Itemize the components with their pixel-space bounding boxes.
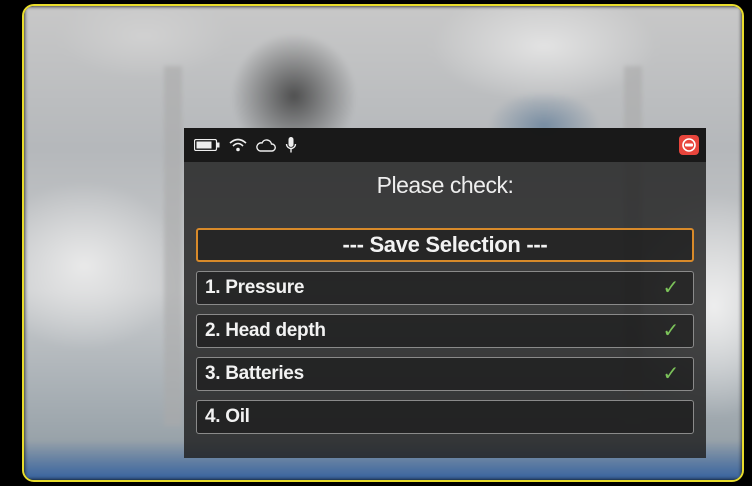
cloud-icon (256, 138, 276, 152)
menu-item-label: 3. Batteries (205, 363, 304, 384)
menu-item-label: --- Save Selection --- (342, 232, 548, 257)
menu-item-label: 4. Oil (205, 406, 250, 427)
check-icon: ✓ (662, 320, 680, 342)
microphone-icon (285, 136, 297, 154)
check-icon: ✓ (662, 277, 680, 299)
checklist-item-oil[interactable]: 4. Oil (196, 400, 694, 434)
checklist-item-head-depth[interactable]: 2. Head depth ✓ (196, 314, 694, 348)
panel-title: Please check: (376, 172, 514, 198)
battery-icon (194, 139, 220, 151)
wifi-icon (229, 138, 247, 152)
checklist-item-pressure[interactable]: 1. Pressure ✓ (196, 271, 694, 305)
checklist-menu: --- Save Selection --- 1. Pressure ✓ 2. … (196, 228, 694, 443)
menu-item-label: 2. Head depth (205, 320, 326, 341)
save-selection-button[interactable]: --- Save Selection --- (196, 228, 694, 262)
app-logo-icon[interactable] (678, 134, 700, 156)
menu-item-label: 1. Pressure (205, 277, 305, 298)
status-bar (184, 128, 706, 162)
checklist-panel: Please check: --- Save Selection --- 1. … (184, 128, 706, 458)
checklist-item-batteries[interactable]: 3. Batteries ✓ (196, 357, 694, 391)
check-icon: ✓ (662, 363, 680, 385)
